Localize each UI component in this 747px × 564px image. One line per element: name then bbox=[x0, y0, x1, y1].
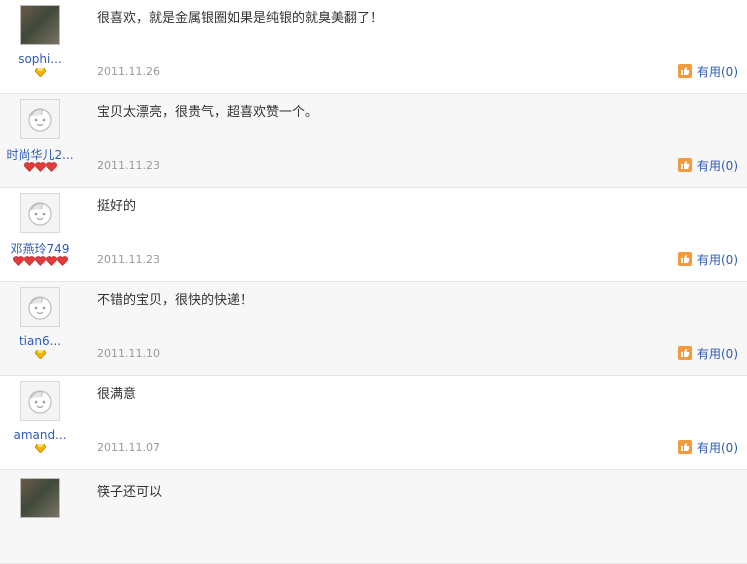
review-text: 很喜欢，就是金属银圈如果是纯银的就臭美翻了！ bbox=[97, 11, 384, 26]
review-date: 2011.11.23 bbox=[97, 159, 160, 172]
review-item: 筷子还可以 bbox=[0, 470, 747, 564]
username-link[interactable]: tian6... bbox=[4, 334, 76, 348]
useful-label: 有用(0) bbox=[697, 64, 738, 79]
user-avatar[interactable] bbox=[20, 5, 60, 45]
diamond-icon bbox=[34, 444, 46, 453]
heart-icon bbox=[45, 256, 57, 266]
heart-icon bbox=[34, 162, 46, 172]
review-list: sophi... 很喜欢，就是金属银圈如果是纯银的就臭美翻了！ 2011.11.… bbox=[0, 0, 747, 564]
review-date: 2011.11.10 bbox=[97, 347, 160, 360]
user-avatar[interactable] bbox=[20, 193, 60, 233]
review-text: 宝贝太漂亮，很贵气，超喜欢赞一个。 bbox=[97, 105, 319, 120]
default-face-icon bbox=[28, 202, 52, 226]
review-text: 筷子还可以 bbox=[97, 485, 163, 500]
useful-label: 有用(0) bbox=[697, 346, 738, 361]
thumbs-up-icon bbox=[678, 252, 692, 266]
default-face-icon bbox=[28, 296, 52, 320]
useful-label: 有用(0) bbox=[697, 158, 738, 173]
username-link[interactable]: sophi... bbox=[4, 52, 76, 66]
diamond-icon bbox=[34, 350, 46, 359]
username-link[interactable]: 邓燕玲749 bbox=[4, 240, 76, 257]
buyer-level-badge bbox=[0, 256, 80, 266]
review-date: 2011.11.26 bbox=[97, 65, 160, 78]
review-item: 时尚华儿2... 宝贝太漂亮，很贵气，超喜欢赞一个。 2011.11.23 有用… bbox=[0, 94, 747, 188]
diamond-icon bbox=[34, 68, 46, 77]
heart-icon bbox=[45, 162, 57, 172]
user-avatar[interactable] bbox=[20, 99, 60, 139]
review-date: 2011.11.23 bbox=[97, 253, 160, 266]
heart-icon bbox=[34, 256, 46, 266]
default-face-icon bbox=[28, 390, 52, 414]
thumbs-up-icon bbox=[678, 158, 692, 172]
user-avatar[interactable] bbox=[20, 287, 60, 327]
user-avatar[interactable] bbox=[20, 381, 60, 421]
review-text: 挺好的 bbox=[97, 199, 137, 214]
review-item: 邓燕玲749 挺好的 2011.11.23 有用(0) bbox=[0, 188, 747, 282]
useful-button[interactable]: 有用(0) bbox=[678, 439, 738, 455]
heart-icon bbox=[23, 162, 35, 172]
useful-label: 有用(0) bbox=[697, 252, 738, 267]
review-item: tian6... 不错的宝贝，很快的快递！ 2011.11.10 有用(0) bbox=[0, 282, 747, 376]
username-link[interactable]: amand... bbox=[4, 428, 76, 442]
useful-button[interactable]: 有用(0) bbox=[678, 157, 738, 173]
useful-label: 有用(0) bbox=[697, 440, 738, 455]
heart-icon bbox=[12, 256, 24, 266]
heart-icon bbox=[56, 256, 68, 266]
buyer-level-badge bbox=[0, 444, 80, 454]
default-face-icon bbox=[28, 108, 52, 132]
review-text: 很满意 bbox=[97, 387, 137, 402]
heart-icon bbox=[23, 256, 35, 266]
review-item: amand... 很满意 2011.11.07 有用(0) bbox=[0, 376, 747, 470]
thumbs-up-icon bbox=[678, 440, 692, 454]
buyer-level-badge bbox=[0, 162, 80, 172]
buyer-level-badge bbox=[0, 68, 80, 78]
review-item: sophi... 很喜欢，就是金属银圈如果是纯银的就臭美翻了！ 2011.11.… bbox=[0, 0, 747, 94]
thumbs-up-icon bbox=[678, 346, 692, 360]
useful-button[interactable]: 有用(0) bbox=[678, 63, 738, 79]
user-avatar[interactable] bbox=[20, 478, 60, 518]
useful-button[interactable]: 有用(0) bbox=[678, 251, 738, 267]
buyer-level-badge bbox=[0, 350, 80, 360]
review-text: 不错的宝贝，很快的快递！ bbox=[97, 293, 254, 308]
review-date: 2011.11.07 bbox=[97, 441, 160, 454]
username-link[interactable]: 时尚华儿2... bbox=[4, 146, 76, 163]
thumbs-up-icon bbox=[678, 64, 692, 78]
useful-button[interactable]: 有用(0) bbox=[678, 345, 738, 361]
